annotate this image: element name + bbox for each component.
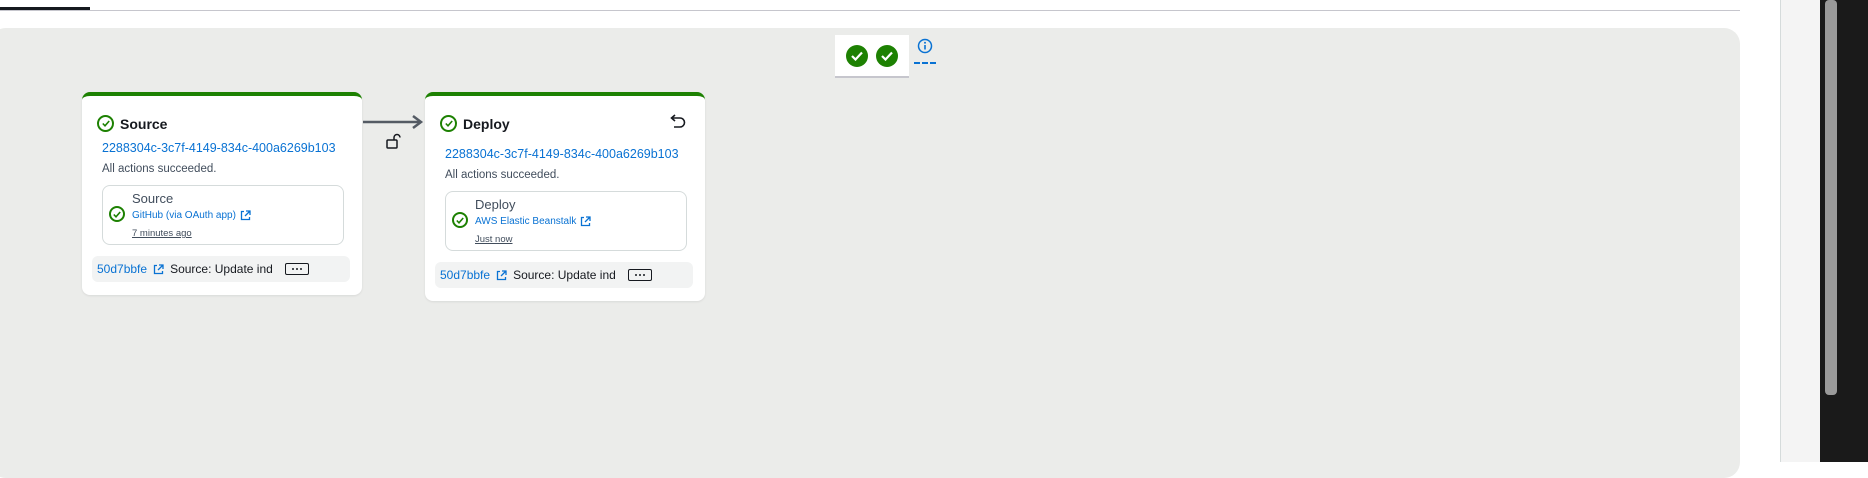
- success-icon: [452, 212, 468, 228]
- stage-header: Deploy: [440, 115, 510, 132]
- action-card: Deploy AWS Elastic Beanstalk Just now: [445, 191, 687, 251]
- success-icon: [97, 115, 114, 132]
- more-button[interactable]: [284, 263, 309, 275]
- info-icon: [917, 38, 933, 54]
- success-icon: [109, 206, 125, 222]
- commit-bar: 50d7bbfe Source: Update ind: [435, 262, 693, 288]
- rollback-icon[interactable]: [668, 114, 686, 130]
- external-link-icon: [240, 210, 251, 221]
- scrollbar-thumb[interactable]: [1825, 0, 1837, 395]
- stage-header: Source: [97, 115, 167, 132]
- stage-title: Deploy: [463, 115, 510, 132]
- external-link-icon: [581, 216, 591, 227]
- pipeline-status-summary: [835, 35, 909, 78]
- stage-title: Source: [120, 115, 168, 132]
- action-name: Source: [132, 191, 174, 206]
- stage-source: Source 2288304c-3c7f-4149-834c-400a6269b…: [82, 92, 362, 295]
- action-time[interactable]: Just now: [475, 234, 513, 245]
- commit-id-link[interactable]: 50d7bbfe: [97, 262, 147, 276]
- check-circle-icon: [876, 44, 898, 67]
- more-button[interactable]: [627, 269, 652, 281]
- execution-id-link[interactable]: 2288304c-3c7f-4149-834c-400a6269b103: [445, 147, 679, 161]
- action-time[interactable]: 7 minutes ago: [132, 228, 192, 239]
- provider-link[interactable]: AWS Elastic Beanstalk: [475, 216, 591, 227]
- tab-bar: [0, 0, 1740, 11]
- provider-label: AWS Elastic Beanstalk: [475, 216, 577, 227]
- provider-link[interactable]: GitHub (via OAuth app): [132, 210, 251, 221]
- provider-label: GitHub (via OAuth app): [132, 210, 236, 221]
- transition-arrow: [363, 115, 424, 129]
- unlock-icon[interactable]: [385, 133, 401, 149]
- success-icon: [440, 115, 457, 132]
- stage-status-text: All actions succeeded.: [445, 169, 560, 181]
- action-name: Deploy: [475, 197, 516, 212]
- commit-id-link[interactable]: 50d7bbfe: [440, 268, 490, 282]
- external-link-icon: [496, 269, 507, 280]
- action-card: Source GitHub (via OAuth app) 7 minutes …: [102, 185, 344, 245]
- check-circle-icon: [846, 44, 868, 67]
- stage-deploy: Deploy 2288304c-3c7f-4149-834c-400a6269b…: [425, 92, 705, 301]
- info-button[interactable]: [914, 38, 936, 64]
- execution-id-link[interactable]: 2288304c-3c7f-4149-834c-400a6269b103: [102, 141, 336, 155]
- commit-message: Source: Update ind: [170, 262, 273, 276]
- stage-status-text: All actions succeeded.: [102, 163, 217, 175]
- side-panel: [1780, 0, 1821, 462]
- commit-message: Source: Update ind: [513, 268, 616, 282]
- commit-bar: 50d7bbfe Source: Update ind: [92, 256, 350, 282]
- active-tab-indicator: [0, 7, 90, 10]
- external-link-icon: [153, 263, 164, 274]
